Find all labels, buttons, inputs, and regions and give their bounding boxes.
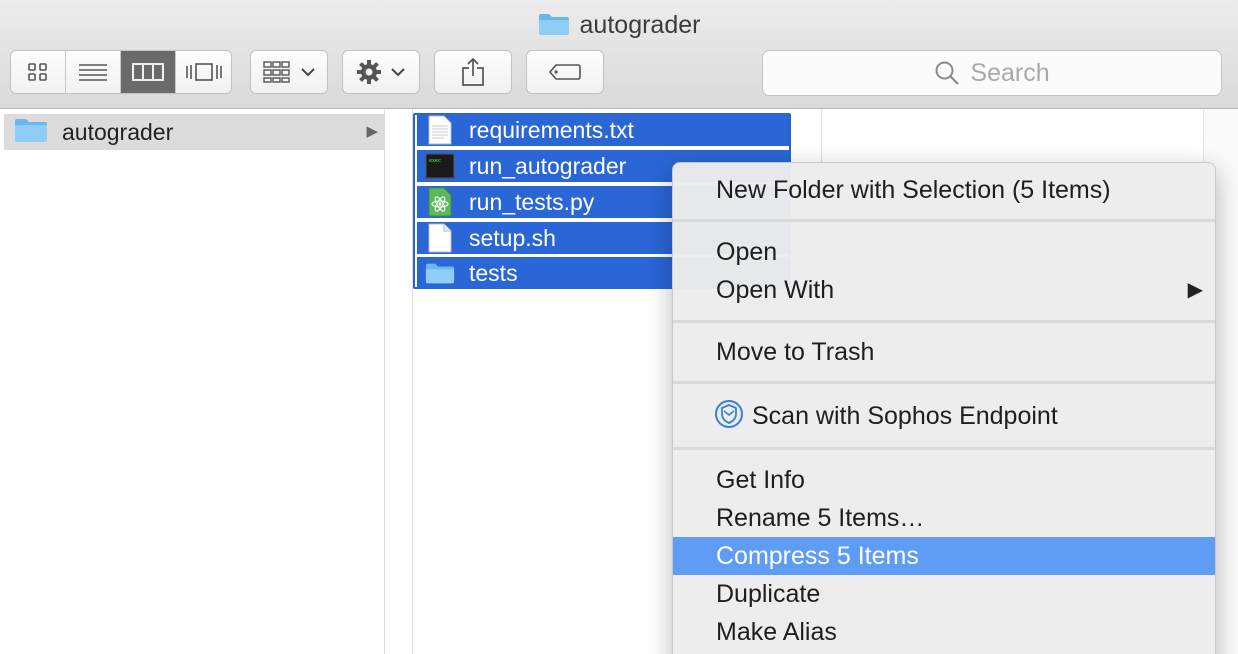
python-atom-icon	[425, 187, 455, 217]
column-view-button[interactable]	[121, 51, 176, 93]
menu-item-label: Make Alias	[716, 618, 837, 646]
menu-item-label: Open With	[716, 276, 835, 304]
context-menu: New Folder with Selection (5 Items) Open…	[672, 162, 1216, 654]
cover-flow-view-button[interactable]	[176, 51, 231, 93]
menu-item-open-with[interactable]: Open With ▶	[673, 271, 1215, 309]
arrange-button[interactable]	[250, 50, 328, 94]
tag-button[interactable]	[526, 50, 604, 94]
chevron-down-icon	[391, 68, 405, 77]
file-name: tests	[469, 259, 518, 286]
menu-item-label: Get Info	[716, 466, 805, 494]
menu-separator	[673, 219, 1215, 222]
svg-text:exec: exec	[429, 158, 441, 164]
window-title: autograder	[0, 10, 1238, 43]
window-title-text: autograder	[579, 11, 701, 39]
toolbar: autograder Search	[0, 0, 1238, 109]
file-name: run_tests.py	[469, 188, 595, 215]
folder-icon	[538, 12, 570, 43]
menu-item-label: Open	[716, 238, 778, 266]
script-file-icon	[425, 223, 455, 253]
file-name: requirements.txt	[469, 116, 634, 143]
search-field[interactable]: Search	[762, 50, 1222, 96]
cover-flow-icon	[185, 63, 222, 81]
menu-item-label: Compress 5 Items	[716, 542, 919, 570]
tag-icon	[548, 64, 581, 80]
file-name: run_autograder	[469, 152, 627, 179]
chevron-down-icon	[301, 68, 315, 77]
finder-window: autograder Search autograder ▶ requireme…	[0, 0, 1238, 654]
menu-item-label: Move to Trash	[716, 338, 875, 366]
sophos-shield-icon	[714, 399, 744, 440]
search-placeholder: Search	[970, 58, 1050, 87]
file-name: setup.sh	[469, 224, 556, 251]
menu-item-get-info[interactable]: Get Info	[673, 461, 1215, 499]
list-view-icon	[79, 64, 107, 81]
terminal-exec-icon: exec	[425, 151, 455, 181]
gear-icon	[357, 60, 381, 84]
icon-view-button[interactable]	[11, 51, 66, 93]
search-icon	[935, 61, 960, 85]
folder-icon	[14, 117, 48, 148]
view-mode-control[interactable]	[10, 50, 232, 94]
menu-item-make-alias[interactable]: Make Alias	[673, 613, 1215, 651]
column-row-label: autograder	[62, 118, 174, 145]
menu-separator	[673, 320, 1215, 323]
text-file-icon	[425, 115, 455, 145]
share-button[interactable]	[434, 50, 512, 94]
menu-item-compress[interactable]: Compress 5 Items	[673, 537, 1215, 575]
menu-separator	[673, 381, 1215, 384]
menu-item-label: Scan with Sophos Endpoint	[752, 402, 1058, 430]
disclosure-arrow-icon: ▶	[366, 123, 378, 140]
menu-item-move-to-trash[interactable]: Move to Trash	[673, 333, 1215, 371]
browser-column-1: autograder ▶	[0, 109, 385, 654]
menu-item-scan-with-sophos[interactable]: Scan with Sophos Endpoint	[673, 397, 1215, 435]
icon-view-icon	[28, 63, 47, 81]
menu-item-new-folder-with-selection[interactable]: New Folder with Selection (5 Items)	[673, 171, 1215, 209]
menu-item-open[interactable]: Open	[673, 233, 1215, 271]
menu-item-label: Rename 5 Items…	[716, 504, 925, 532]
menu-item-label: New Folder with Selection (5 Items)	[716, 176, 1111, 204]
folder-icon	[425, 258, 455, 288]
column-row-autograder[interactable]: autograder ▶	[4, 114, 384, 150]
column-view-icon	[132, 63, 164, 81]
menu-item-duplicate[interactable]: Duplicate	[673, 575, 1215, 613]
arrange-grid-icon	[263, 61, 290, 83]
share-icon	[462, 57, 484, 86]
column-divider[interactable]	[385, 109, 413, 654]
list-view-button[interactable]	[66, 51, 121, 93]
menu-item-rename[interactable]: Rename 5 Items…	[673, 499, 1215, 537]
menu-item-label: Duplicate	[716, 580, 821, 608]
action-button[interactable]	[342, 50, 420, 94]
menu-separator	[673, 447, 1215, 450]
file-row-requirements[interactable]: requirements.txt	[417, 114, 789, 146]
submenu-arrow-icon: ▶	[1187, 279, 1203, 301]
